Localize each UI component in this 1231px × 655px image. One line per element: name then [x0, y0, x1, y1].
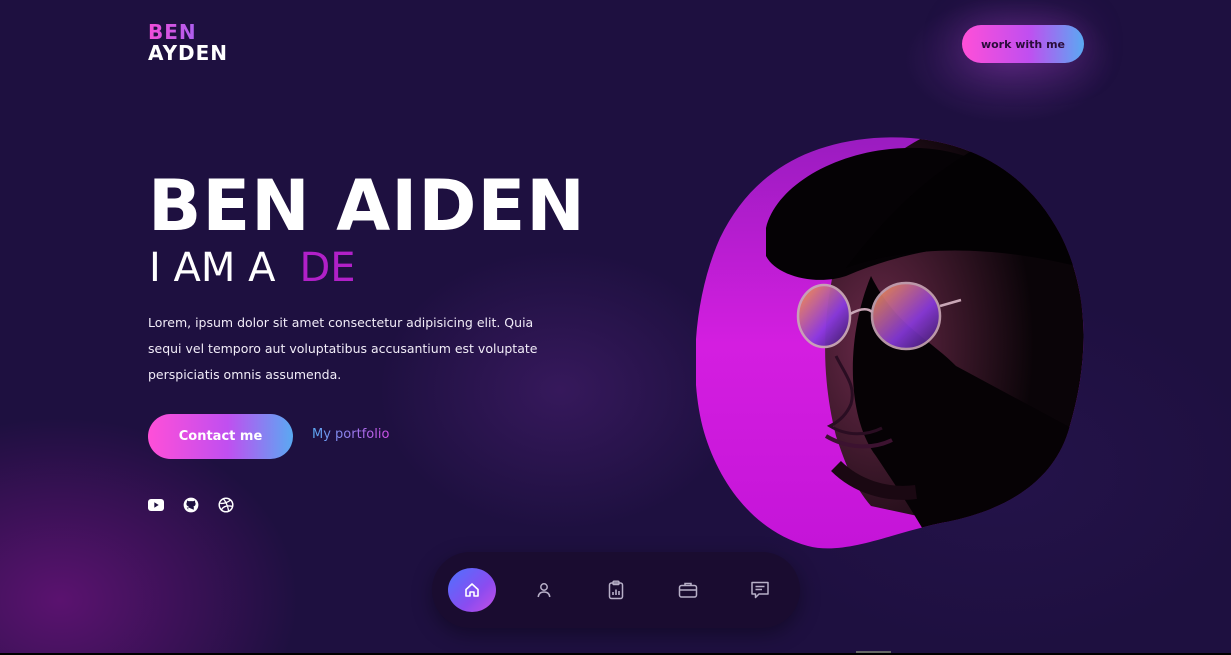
hero-description: Lorem, ipsum dolor sit amet consectetur …: [148, 315, 538, 382]
message-icon: [751, 581, 769, 599]
my-portfolio-link[interactable]: My portfolio: [312, 427, 389, 442]
clipboard-chart-icon: [608, 580, 624, 600]
hero-role: I AM A DE: [149, 244, 356, 292]
nav-home[interactable]: [448, 568, 496, 612]
social-links: [148, 497, 234, 513]
hero-name: BEN AIDEN: [148, 165, 586, 247]
user-icon: [537, 583, 551, 598]
contact-me-button[interactable]: Contact me: [148, 414, 293, 459]
work-with-me-button[interactable]: work with me: [962, 25, 1084, 63]
logo[interactable]: BEN AYDEN: [148, 22, 228, 64]
home-icon: [465, 583, 479, 597]
briefcase-icon: [678, 582, 698, 598]
dribbble-icon[interactable]: [218, 497, 234, 513]
logo-line-1: BEN: [148, 22, 228, 43]
nav-about[interactable]: [520, 568, 568, 612]
nav-contact[interactable]: [736, 568, 784, 612]
github-icon[interactable]: [183, 497, 199, 513]
profile-photo-blob: [696, 136, 1086, 552]
nav-work[interactable]: [664, 568, 712, 612]
logo-line-2: AYDEN: [148, 41, 229, 65]
hero-role-prefix: I AM A: [149, 245, 276, 291]
nav-skills[interactable]: [592, 568, 640, 612]
profile-photo: [696, 137, 1084, 549]
hero-role-typed: DE: [299, 245, 356, 291]
youtube-icon[interactable]: [148, 497, 164, 513]
scroll-indicator: [856, 651, 891, 653]
bottom-nav-dock: [432, 552, 800, 628]
